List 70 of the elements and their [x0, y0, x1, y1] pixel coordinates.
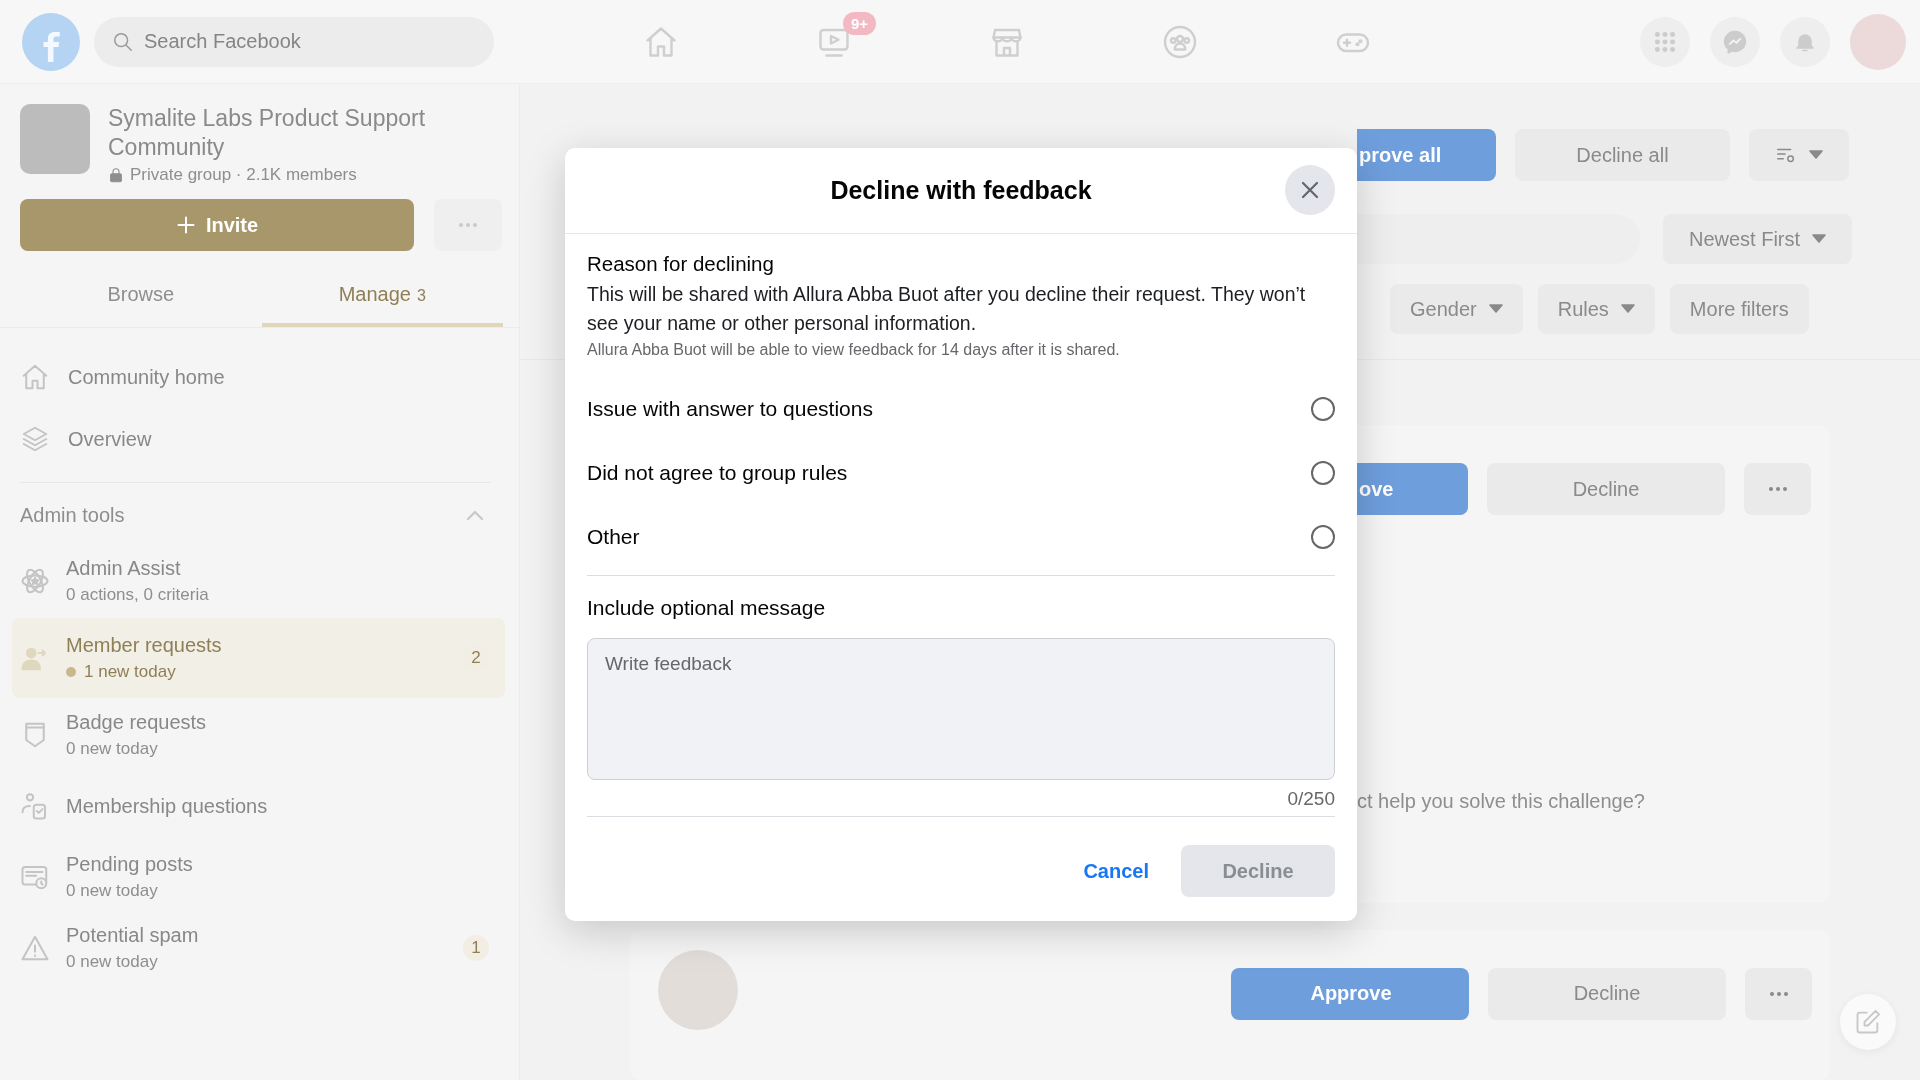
more-icon: [457, 221, 479, 229]
filter-dropdown[interactable]: Gender: [1390, 284, 1523, 334]
chevron-icon: [465, 508, 485, 522]
atom-star-icon: [20, 566, 50, 596]
approve-all-button[interactable]: prove all: [1357, 129, 1496, 181]
more-button[interactable]: [434, 199, 502, 251]
more-icon: [1767, 989, 1790, 998]
section-heading: Include optional message: [587, 596, 827, 620]
home-icon: [20, 362, 50, 392]
approve-button[interactable]: Approve: [1231, 967, 1469, 1020]
decline-button[interactable]: Decline: [1488, 967, 1726, 1020]
notification-badge: 9+: [843, 11, 877, 35]
more-button[interactable]: [1744, 463, 1811, 515]
sidebar-item[interactable]: Badge requests 0 new today: [20, 701, 505, 769]
messenger-icon: [1722, 28, 1748, 55]
decline-button[interactable]: Decline: [1487, 463, 1725, 515]
invite-button[interactable]: Invite: [20, 199, 414, 251]
feedback-field[interactable]: Write feedback: [587, 638, 1335, 780]
settings-dropdown[interactable]: [1749, 129, 1849, 181]
search-field[interactable]: Search Facebook: [94, 16, 494, 67]
group-tab[interactable]: Manage 3: [261, 265, 503, 327]
question-text: ct help you solve this challenge?: [1357, 790, 1646, 813]
cancel-button[interactable]: Cancel: [1079, 859, 1153, 883]
section-heading: Reason for declining: [587, 252, 775, 276]
group-cover-image: [20, 104, 90, 174]
sidebar-item[interactable]: Admin Assist 0 actions, 0 criteria: [20, 547, 505, 615]
sidebar-item[interactable]: Potential spam 0 new today 1: [20, 914, 505, 982]
close-button[interactable]: [1285, 165, 1335, 215]
plus-icon: [175, 215, 196, 235]
caret-icon: [1488, 304, 1503, 314]
more-button[interactable]: [1745, 967, 1812, 1020]
reason-option[interactable]: Issue with answer to questions: [587, 377, 1335, 441]
search-field[interactable]: [1357, 214, 1640, 264]
sidebar-item[interactable]: Member requests 1 new today 2: [12, 618, 505, 698]
lock-icon: [108, 166, 124, 184]
filter-dropdown[interactable]: Rules: [1537, 284, 1655, 334]
sidebar-item[interactable]: Membership questions: [20, 772, 505, 840]
description-text: This will be shared with Allura Abba Buot after you decline their request. They won’t see your name or other personal information.: [587, 282, 1307, 336]
messenger-button[interactable]: [1710, 16, 1760, 67]
groups-icon: [1161, 23, 1198, 60]
caret-icon: [1812, 234, 1827, 244]
caret-icon: [1620, 304, 1635, 314]
decline-all-button[interactable]: Decline all: [1515, 129, 1730, 181]
filter-dropdown[interactable]: More filters: [1669, 284, 1809, 334]
caret-icon: [1809, 150, 1823, 160]
reason-option[interactable]: Other: [587, 505, 1335, 569]
layers-icon: [20, 424, 50, 454]
character-counter: 0/250: [587, 788, 1335, 817]
sidebar-item[interactable]: Community home: [20, 346, 505, 408]
approve-button[interactable]: ove: [1357, 463, 1468, 515]
radio-button[interactable]: [1311, 461, 1335, 485]
group-name[interactable]: Symalite Labs Product Support Community: [108, 104, 505, 162]
dialog-title: Decline with feedback: [830, 176, 1092, 205]
group-tab[interactable]: Browse: [20, 265, 262, 327]
radio-button[interactable]: [1311, 397, 1335, 421]
radio-button[interactable]: [1311, 525, 1335, 549]
edit-icon: [1854, 1008, 1882, 1036]
sidebar-item[interactable]: Overview: [20, 408, 505, 470]
group-meta: Private group · 2.1K members: [130, 165, 357, 185]
reason-option[interactable]: Did not agree to group rules: [587, 441, 1335, 505]
video-tab[interactable]: 9+: [747, 11, 920, 72]
warning-icon: [20, 933, 50, 963]
section-title: Admin tools: [20, 503, 125, 527]
search-icon: [112, 30, 134, 53]
note-text: Allura Abba Buot will be able to view feedback for 14 days after it is shared.: [587, 341, 1121, 359]
menu-button[interactable]: [1640, 16, 1690, 67]
more-icon: [1766, 485, 1789, 493]
sort-dropdown[interactable]: Newest First: [1663, 214, 1852, 264]
sidebar-item[interactable]: Pending posts 0 new today: [20, 843, 505, 911]
notifications-button[interactable]: [1780, 16, 1830, 67]
